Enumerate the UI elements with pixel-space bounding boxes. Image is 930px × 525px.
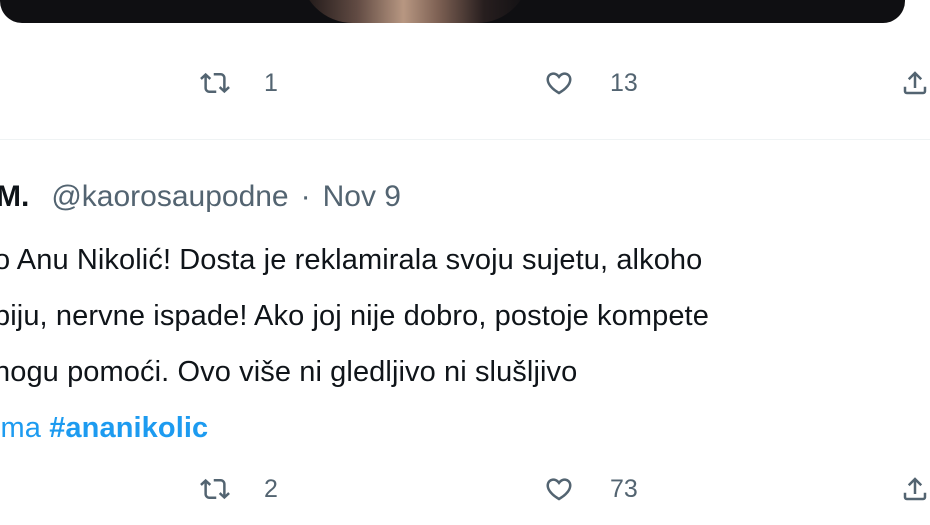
like-button[interactable]: 13 (544, 63, 638, 103)
retweet-icon (200, 72, 230, 94)
tweet-text: o Anu Nikolić! Dosta je reklamirala svoj… (0, 232, 930, 456)
like-button[interactable]: 73 (544, 469, 638, 509)
tweet-media-image[interactable] (0, 0, 905, 23)
share-icon (903, 477, 927, 501)
share-button[interactable] (900, 63, 930, 103)
tweet-hashtag-line: ima #ananikolic (0, 400, 930, 456)
retweet-count: 2 (264, 475, 278, 503)
hashtag-link[interactable]: ima (0, 412, 41, 444)
author-display-name[interactable]: M. (0, 176, 29, 218)
tweet-header: M. @kaorosaupodne · Nov 9 (0, 176, 401, 218)
media-photo-subject (300, 0, 530, 23)
like-count: 73 (610, 475, 638, 503)
tweet-action-bar: 1 13 (0, 63, 930, 103)
retweet-button[interactable]: 2 (200, 469, 278, 509)
twitter-feed: 1 13 M. @kaorosaupodne · Nov 9 o Anu Nik… (0, 0, 930, 525)
tweet-timestamp[interactable]: Nov 9 (323, 176, 401, 218)
heart-icon (546, 478, 572, 501)
tweet-text-line: nogu pomoći. Ovo više ni gledljivo ni sl… (0, 356, 578, 388)
tweet-text-line: o Anu Nikolić! Dosta je reklamirala svoj… (0, 244, 703, 276)
share-icon (903, 71, 927, 95)
share-button[interactable] (900, 469, 930, 509)
tweet-divider (0, 139, 930, 140)
header-separator: · (300, 180, 311, 213)
retweet-icon (200, 478, 230, 500)
hashtag-link-ananikolic[interactable]: #ananikolic (49, 412, 208, 444)
retweet-count: 1 (264, 69, 278, 97)
retweet-button[interactable]: 1 (200, 63, 278, 103)
tweet-text-line: piju, nervne ispade! Ako joj nije dobro,… (0, 300, 709, 332)
heart-icon (546, 72, 572, 95)
like-count: 13 (610, 69, 638, 97)
tweet-action-bar: 2 73 (0, 469, 930, 509)
author-handle[interactable]: @kaorosaupodne (51, 176, 288, 218)
